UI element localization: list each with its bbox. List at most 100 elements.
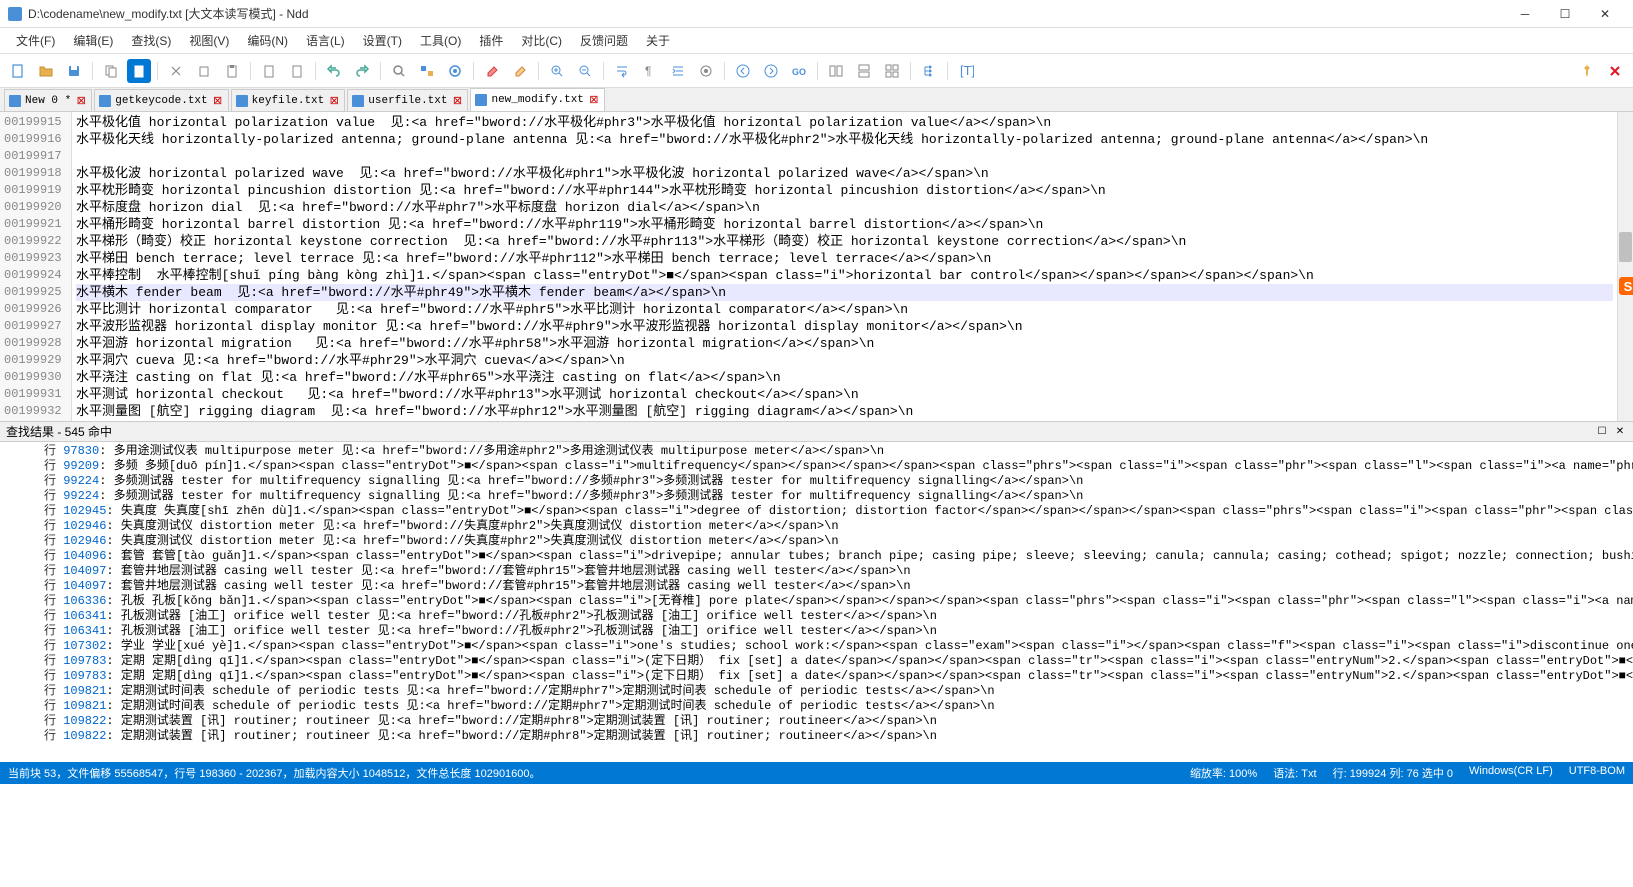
copy2-icon[interactable] — [192, 59, 216, 83]
file-tab[interactable]: keyfile.txt⊠ — [231, 89, 346, 111]
whitespace-icon[interactable]: ¶ — [638, 59, 662, 83]
goto-icon[interactable]: GO — [787, 59, 811, 83]
close-button[interactable]: ✕ — [1585, 2, 1625, 26]
search-result-row[interactable]: 行 106341: 孔板测试器 [油工] orifice well tester… — [44, 624, 1633, 639]
file-tab[interactable]: userfile.txt⊠ — [347, 89, 468, 111]
search-result-row[interactable]: 行 106336: 孔板 孔板[kǒng bǎn]1.</span><span … — [44, 594, 1633, 609]
menu-item[interactable]: 关于 — [638, 29, 678, 52]
code-editor[interactable]: 水平极化值 horizontal polarization value 见:<a… — [72, 112, 1617, 421]
zoom-out-icon[interactable] — [573, 59, 597, 83]
highlight-icon[interactable] — [508, 59, 532, 83]
tab-close-icon[interactable]: ⊠ — [588, 94, 600, 106]
code-line[interactable]: 水平浇注 casting on flat 见:<a href="bword://… — [76, 369, 1613, 386]
maximize-button[interactable]: ☐ — [1545, 2, 1585, 26]
search-result-row[interactable]: 行 109821: 定期测试时间表 schedule of periodic t… — [44, 684, 1633, 699]
bracket-icon[interactable]: [T] — [954, 59, 978, 83]
replace-icon[interactable] — [415, 59, 439, 83]
menu-item[interactable]: 查找(S) — [123, 29, 179, 52]
status-zoom[interactable]: 缩放率: 100% — [1190, 765, 1257, 781]
settings-icon[interactable] — [694, 59, 718, 83]
undo-icon[interactable] — [322, 59, 346, 83]
code-line[interactable] — [76, 148, 1613, 165]
find-icon[interactable] — [387, 59, 411, 83]
code-line[interactable]: 水平标度盘 horizon dial 见:<a href="bword://水平… — [76, 199, 1613, 216]
code-line[interactable]: 水平梯田 bench terrace; level terrace 见:<a h… — [76, 250, 1613, 267]
clipboard2-icon[interactable] — [285, 59, 309, 83]
menu-item[interactable]: 反馈问题 — [572, 29, 636, 52]
indent-icon[interactable] — [666, 59, 690, 83]
search-result-row[interactable]: 行 109821: 定期测试时间表 schedule of periodic t… — [44, 699, 1633, 714]
search-result-row[interactable]: 行 107302: 学业 学业[xué yè]1.</span><span cl… — [44, 639, 1633, 654]
split-h-icon[interactable] — [824, 59, 848, 83]
code-line[interactable]: 水平棒控制 水平棒控制[shuǐ píng bàng kòng zhì]1.</… — [76, 267, 1613, 284]
vertical-scrollbar[interactable] — [1617, 112, 1633, 421]
tab-close-icon[interactable]: ⊠ — [328, 95, 340, 107]
code-line[interactable]: 水平测量图 [航空] rigging diagram 见:<a href="bw… — [76, 403, 1613, 420]
tab-close-icon[interactable]: ⊠ — [451, 95, 463, 107]
search-result-row[interactable]: 行 102946: 失真度测试仪 distortion meter 见:<a h… — [44, 519, 1633, 534]
paste2-icon[interactable] — [220, 59, 244, 83]
scroll-thumb[interactable] — [1619, 232, 1632, 262]
search-result-row[interactable]: 行 109783: 定期 定期[dìng qī]1.</span><span c… — [44, 669, 1633, 684]
menu-item[interactable]: 视图(V) — [181, 29, 237, 52]
search-result-row[interactable]: 行 104097: 套管井地层测试器 casing well tester 见:… — [44, 564, 1633, 579]
menu-item[interactable]: 设置(T) — [355, 29, 410, 52]
code-line[interactable]: 水平洞穴 cueva 见:<a href="bword://水平#phr29">… — [76, 352, 1613, 369]
menu-item[interactable]: 编辑(E) — [65, 29, 121, 52]
zoom-in-icon[interactable] — [545, 59, 569, 83]
nav-forward-icon[interactable] — [759, 59, 783, 83]
marker-icon[interactable]: S — [1619, 277, 1633, 295]
open-file-icon[interactable] — [34, 59, 58, 83]
status-syntax[interactable]: 语法: Txt — [1273, 765, 1316, 781]
search-result-row[interactable]: 行 99224: 多频测试器 tester for multifrequency… — [44, 474, 1633, 489]
new-file-icon[interactable] — [6, 59, 30, 83]
menu-item[interactable]: 对比(C) — [513, 29, 570, 52]
search-result-row[interactable]: 行 102945: 失真度 失真度[shī zhēn dù]1.</span><… — [44, 504, 1633, 519]
wrap-icon[interactable] — [610, 59, 634, 83]
search-result-row[interactable]: 行 99224: 多频测试器 tester for multifrequency… — [44, 489, 1633, 504]
split-v-icon[interactable] — [852, 59, 876, 83]
menu-item[interactable]: 语言(L) — [298, 29, 353, 52]
menu-item[interactable]: 编码(N) — [239, 29, 296, 52]
code-line[interactable]: 水平横木 fender beam 见:<a href="bword://水平#p… — [76, 284, 1613, 301]
nav-back-icon[interactable] — [731, 59, 755, 83]
search-result-row[interactable]: 行 97830: 多用途测试仪表 multipurpose meter 见:<a… — [44, 444, 1633, 459]
search-result-row[interactable]: 行 99209: 多频 多频[duō pín]1.</span><span cl… — [44, 459, 1633, 474]
code-line[interactable]: 水平极化波 horizontal polarized wave 见:<a hre… — [76, 165, 1613, 182]
file-tab[interactable]: getkeycode.txt⊠ — [94, 89, 228, 111]
code-line[interactable]: 水平比测计 horizontal comparator 见:<a href="b… — [76, 301, 1613, 318]
search-result-row[interactable]: 行 102946: 失真度测试仪 distortion meter 见:<a h… — [44, 534, 1633, 549]
search-close-icon[interactable]: ✕ — [1613, 425, 1627, 439]
copy-icon[interactable] — [99, 59, 123, 83]
search-result-row[interactable]: 行 106341: 孔板测试器 [油工] orifice well tester… — [44, 609, 1633, 624]
code-line[interactable]: 水平梯形（畸变）校正 horizontal keystone correctio… — [76, 233, 1613, 250]
menu-item[interactable]: 工具(O) — [412, 29, 469, 52]
code-line[interactable]: 水平洄游 horizontal migration 见:<a href="bwo… — [76, 335, 1613, 352]
minimize-button[interactable]: ─ — [1505, 2, 1545, 26]
close-all-icon[interactable] — [1603, 59, 1627, 83]
menu-item[interactable]: 文件(F) — [8, 29, 63, 52]
search-result-row[interactable]: 行 104096: 套管 套管[tào guǎn]1.</span><span … — [44, 549, 1633, 564]
search-maximize-icon[interactable]: ☐ — [1595, 425, 1609, 439]
search-result-row[interactable]: 行 109822: 定期测试装置 [讯] routiner; routineer… — [44, 714, 1633, 729]
menu-item[interactable]: 插件 — [471, 29, 511, 52]
search-results-panel[interactable]: 行 97830: 多用途测试仪表 multipurpose meter 见:<a… — [0, 442, 1633, 762]
tab-close-icon[interactable]: ⊠ — [75, 95, 87, 107]
status-eol[interactable]: Windows(CR LF) — [1469, 765, 1553, 781]
grid-icon[interactable] — [880, 59, 904, 83]
code-line[interactable]: 水平极化值 horizontal polarization value 见:<a… — [76, 114, 1613, 131]
save-icon[interactable] — [62, 59, 86, 83]
code-line[interactable]: 水平极化天线 horizontally-polarized antenna; g… — [76, 131, 1613, 148]
status-encoding[interactable]: UTF8-BOM — [1569, 765, 1625, 781]
search-result-row[interactable]: 行 109822: 定期测试装置 [讯] routiner; routineer… — [44, 729, 1633, 744]
search-result-row[interactable]: 行 104097: 套管井地层测试器 casing well tester 见:… — [44, 579, 1633, 594]
code-line[interactable]: 水平波形监视器 horizontal display monitor 见:<a … — [76, 318, 1613, 335]
pin-icon[interactable] — [1575, 59, 1599, 83]
code-line[interactable]: 水平枕形畸变 horizontal pincushion distortion … — [76, 182, 1613, 199]
marker-icon[interactable] — [443, 59, 467, 83]
file-tab[interactable]: New 0 *⊠ — [4, 89, 92, 111]
paste-icon[interactable] — [127, 59, 151, 83]
search-result-row[interactable]: 行 109783: 定期 定期[dìng qī]1.</span><span c… — [44, 654, 1633, 669]
file-tab[interactable]: new_modify.txt⊠ — [470, 88, 604, 111]
code-line[interactable]: 水平桶形畸变 horizontal barrel distortion 见:<a… — [76, 216, 1613, 233]
